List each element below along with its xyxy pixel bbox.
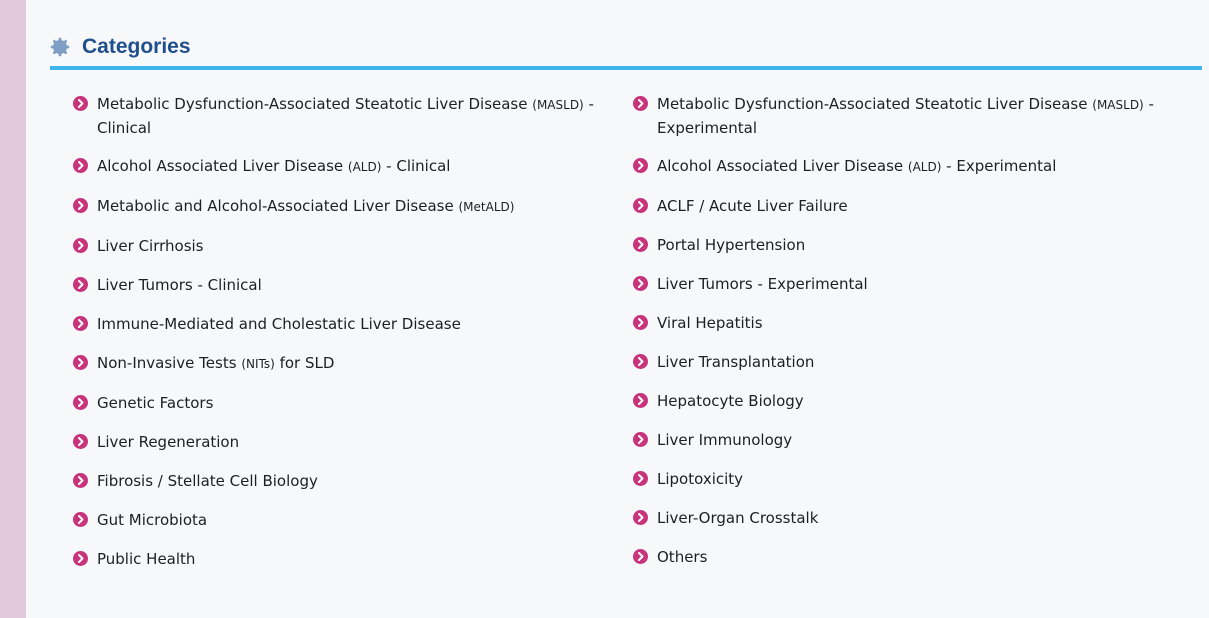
chevron-right-icon [633,471,648,486]
chevron-right-icon [633,393,648,408]
chevron-right-icon [73,473,88,488]
category-label: Liver Tumors - Experimental [657,275,868,293]
chevron-right-icon [633,549,648,564]
category-label: Non-Invasive Tests [97,354,237,372]
category-label: Liver Regeneration [97,433,240,451]
category-link-liver-regeneration[interactable]: Liver Regeneration [73,431,613,454]
category-label: Alcohol Associated Liver Disease [97,157,344,175]
category-label: Immune-Mediated and Cholestatic Liver Di… [97,315,461,333]
chevron-right-icon [633,276,648,291]
category-link-viral-hepatitis[interactable]: Viral Hepatitis [633,312,1173,335]
category-link-liver-cirrhosis[interactable]: Liver Cirrhosis [73,235,613,258]
category-link-liver-transplantation[interactable]: Liver Transplantation [633,351,1173,374]
category-link-public-health[interactable]: Public Health [73,548,613,571]
category-abbreviation: (MASLD) [1092,98,1144,112]
chevron-right-icon [633,198,648,213]
category-suffix: for SLD [274,354,335,372]
gear-icon [50,37,70,57]
category-label: Liver Tumors - Clinical [97,276,262,294]
category-link-others[interactable]: Others [633,546,1173,569]
category-abbreviation: (ALD) [907,160,942,174]
category-link-alcohol-associated-liver-disease-experimental[interactable]: Alcohol Associated Liver Disease (ALD) -… [633,155,1173,179]
category-label: Public Health [97,550,196,568]
category-label: Metabolic and Alcohol-Associated Liver D… [97,197,454,215]
category-suffix: - Experimental [941,157,1057,175]
category-link-liver-immunology[interactable]: Liver Immunology [633,429,1173,452]
category-link-metabolic-dysfunction-associated-steatotic-liver-disease-experimental[interactable]: Metabolic Dysfunction-Associated Steatot… [633,93,1173,140]
category-label: Lipotoxicity [657,470,744,488]
category-abbreviation: (NITs) [241,357,275,371]
chevron-right-icon [73,198,88,213]
category-list-left: Metabolic Dysfunction-Associated Steatot… [73,93,613,587]
chevron-right-icon [73,434,88,449]
chevron-right-icon [633,237,648,252]
chevron-right-icon [73,158,88,173]
category-link-alcohol-associated-liver-disease-clinical[interactable]: Alcohol Associated Liver Disease (ALD) -… [73,155,613,179]
chevron-right-icon [73,551,88,566]
category-link-liver-organ-crosstalk[interactable]: Liver-Organ Crosstalk [633,507,1173,530]
chevron-right-icon [633,315,648,330]
category-label: Liver Immunology [657,431,793,449]
category-label: Portal Hypertension [657,236,806,254]
category-label: Liver Transplantation [657,353,815,371]
category-label: Hepatocyte Biology [657,392,804,410]
category-label: Liver Cirrhosis [97,237,204,255]
category-label: Metabolic Dysfunction-Associated Steatot… [97,95,528,113]
category-label: Others [657,548,708,566]
category-label: Alcohol Associated Liver Disease [657,157,904,175]
chevron-right-icon [73,395,88,410]
page-title: Categories [82,35,191,58]
category-label: ACLF / Acute Liver Failure [657,197,848,215]
chevron-right-icon [633,158,648,173]
chevron-right-icon [73,355,88,370]
category-link-immune-mediated-and-cholestatic-liver-disease[interactable]: Immune-Mediated and Cholestatic Liver Di… [73,313,613,336]
category-label: Metabolic Dysfunction-Associated Steatot… [657,95,1088,113]
category-abbreviation: (MASLD) [532,98,584,112]
category-link-metabolic-dysfunction-associated-steatotic-liver-disease-clinical[interactable]: Metabolic Dysfunction-Associated Steatot… [73,93,613,140]
category-abbreviation: (ALD) [347,160,382,174]
category-link-portal-hypertension[interactable]: Portal Hypertension [633,234,1173,257]
category-link-aclf-acute-liver-failure[interactable]: ACLF / Acute Liver Failure [633,195,1173,218]
category-label: Fibrosis / Stellate Cell Biology [97,472,318,490]
chevron-right-icon [73,512,88,527]
chevron-right-icon [633,432,648,447]
category-link-liver-tumors-clinical[interactable]: Liver Tumors - Clinical [73,274,613,297]
category-label: Genetic Factors [97,394,214,412]
category-link-non-invasive-tests-for-sld[interactable]: Non-Invasive Tests (NITs) for SLD [73,352,613,376]
category-abbreviation: (MetALD) [458,200,515,214]
chevron-right-icon [73,277,88,292]
category-suffix: - Clinical [381,157,451,175]
category-link-metabolic-and-alcohol-associated-liver-disease[interactable]: Metabolic and Alcohol-Associated Liver D… [73,195,613,219]
category-link-hepatocyte-biology[interactable]: Hepatocyte Biology [633,390,1173,413]
chevron-right-icon [73,238,88,253]
category-link-liver-tumors-experimental[interactable]: Liver Tumors - Experimental [633,273,1173,296]
category-label: Viral Hepatitis [657,314,763,332]
category-link-gut-microbiota[interactable]: Gut Microbiota [73,509,613,532]
chevron-right-icon [633,96,648,111]
chevron-right-icon [73,96,88,111]
chevron-right-icon [633,510,648,525]
category-link-fibrosis-stellate-cell-biology[interactable]: Fibrosis / Stellate Cell Biology [73,470,613,493]
chevron-right-icon [73,316,88,331]
category-link-lipotoxicity[interactable]: Lipotoxicity [633,468,1173,491]
category-label: Liver-Organ Crosstalk [657,509,819,527]
categories-header: Categories [50,33,1202,63]
chevron-right-icon [633,354,648,369]
category-list-right: Metabolic Dysfunction-Associated Steatot… [633,93,1173,585]
category-label: Gut Microbiota [97,511,208,529]
category-link-genetic-factors[interactable]: Genetic Factors [73,392,613,415]
left-sidebar-strip [0,0,26,618]
header-divider [50,66,1202,70]
